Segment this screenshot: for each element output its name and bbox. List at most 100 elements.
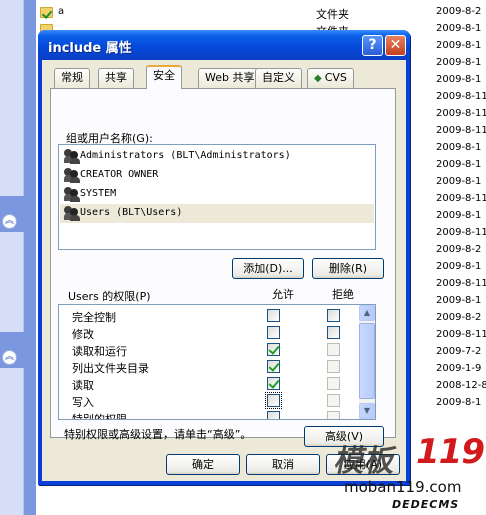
watermark-logo: 模板 119 moban119.com DEDECMS — [332, 430, 486, 515]
file-date: 2009-8-1 — [436, 176, 482, 187]
dialog-client: 常规 共享 安全 Web 共享 自定义 ◆ CVS 组或用户名称(G): Admi… — [42, 60, 406, 481]
allow-checkbox[interactable] — [267, 411, 280, 419]
permission-name: 完全控制 — [72, 311, 116, 324]
file-date: 2009-8-11 — [436, 278, 486, 289]
cancel-button[interactable]: 取消 — [246, 454, 320, 475]
tab-label: 共享 — [105, 71, 127, 84]
deny-checkbox[interactable] — [327, 411, 340, 419]
user-name: SYSTEM — [80, 188, 117, 199]
permissions-label: Users 的权限(P) — [68, 290, 151, 303]
file-date: 2009-8-11 — [436, 125, 486, 136]
file-date: 2009-8-11 — [436, 227, 486, 238]
file-date: 2009-8-1 — [436, 261, 482, 272]
collapse-chevron-icon[interactable]: ︽ — [2, 350, 17, 365]
task-panel — [0, 368, 24, 515]
file-date: 2009-8-1 — [436, 57, 482, 68]
tab-general[interactable]: 常规 — [54, 68, 90, 88]
permission-name: 读取和运行 — [72, 345, 127, 358]
deny-header: 拒绝 — [332, 288, 354, 301]
watermark-brand-cn: 模板 — [331, 444, 399, 479]
dialog-title: include 属性 — [48, 41, 132, 56]
ok-button[interactable]: 确定 — [166, 454, 240, 475]
close-button[interactable]: ✕ — [385, 35, 406, 56]
file-date: 2009-8-2 — [436, 244, 482, 255]
file-date: 2009-8-11 — [436, 193, 486, 204]
remove-button[interactable]: 删除(R) — [312, 258, 384, 279]
allow-checkbox[interactable] — [267, 309, 280, 322]
task-panel — [0, 232, 24, 332]
deny-checkbox[interactable] — [327, 377, 340, 390]
allow-checkbox[interactable] — [267, 326, 280, 339]
permission-name: 修改 — [72, 328, 94, 341]
file-date: 2009-8-1 — [436, 23, 482, 34]
permissions-list[interactable]: ▲ ▼ 完全控制修改读取和运行列出文件夹目录 读取写入 特别的权限 — [58, 304, 376, 420]
watermark-site: moban119.com — [344, 478, 462, 496]
scroll-up-icon[interactable]: ▲ — [359, 305, 375, 321]
allow-checkbox[interactable] — [267, 360, 280, 373]
deny-checkbox[interactable] — [327, 326, 340, 339]
permission-row: 列出文件夹目录 — [59, 358, 359, 375]
file-date: 2009-8-1 — [436, 397, 482, 408]
deny-checkbox[interactable] — [327, 360, 340, 373]
help-icon: ? — [368, 37, 377, 53]
help-button[interactable]: ? — [362, 35, 383, 56]
user-row-selected[interactable]: Users (BLT\Users) — [60, 204, 374, 223]
file-name: a — [58, 6, 65, 17]
permission-row: 读取和运行 — [59, 341, 359, 358]
file-date: 2009-8-11 — [436, 91, 486, 102]
tab-cvs[interactable]: ◆ CVS — [307, 68, 354, 88]
permission-name: 写入 — [72, 396, 94, 409]
permission-row: 修改 — [59, 324, 359, 341]
watermark-engine: DEDECMS — [392, 498, 460, 511]
deny-checkbox[interactable] — [327, 309, 340, 322]
permission-row: 写入 — [59, 392, 359, 409]
tab-sharing[interactable]: 共享 — [98, 68, 134, 88]
tab-security[interactable]: 安全 — [146, 65, 182, 89]
file-date: 2009-8-1 — [436, 74, 482, 85]
allow-checkbox[interactable] — [265, 392, 282, 409]
properties-dialog: include 属性 ? ✕ 常规 共享 安全 Web 共享 自定义 ◆ CVS … — [38, 30, 410, 485]
allow-checkbox[interactable] — [267, 377, 280, 390]
watermark-brand-number: 119 — [416, 432, 485, 472]
scroll-down-icon[interactable]: ▼ — [359, 403, 375, 419]
permission-name: 列出文件夹目录 — [72, 362, 149, 375]
permissions-scrollbar[interactable]: ▲ ▼ — [359, 305, 375, 419]
file-date: 2008-12-8 — [436, 380, 486, 391]
user-row[interactable]: CREATOR OWNER — [60, 166, 374, 185]
user-list[interactable]: Administrators (BLT\Administrators) CREA… — [58, 144, 376, 250]
user-row[interactable]: SYSTEM — [60, 185, 374, 204]
user-name: Administrators (BLT\Administrators) — [80, 150, 291, 161]
task-panel — [0, 0, 24, 196]
file-row[interactable]: a 文件夹 2009-8-2 — [36, 4, 486, 21]
explorer-task-pane: ︽ ︽ — [0, 0, 36, 515]
file-date: 2009-8-1 — [436, 40, 482, 51]
collapse-chevron-icon[interactable]: ︽ — [2, 214, 17, 229]
user-row[interactable]: Administrators (BLT\Administrators) — [60, 147, 374, 166]
title-bar[interactable]: include 属性 ? ✕ — [38, 30, 410, 60]
tab-label: 自定义 — [262, 71, 295, 84]
allow-checkbox[interactable] — [267, 343, 280, 356]
file-date: 2009-8-1 — [436, 295, 482, 306]
permission-row: 读取 — [59, 375, 359, 392]
user-name: CREATOR OWNER — [80, 169, 159, 180]
add-button[interactable]: 添加(D)... — [232, 258, 304, 279]
tab-label: 常规 — [61, 71, 83, 84]
file-date: 2009-1-9 — [436, 363, 482, 374]
file-date: 2009-7-2 — [436, 346, 482, 357]
file-type: 文件夹 — [316, 8, 349, 21]
deny-checkbox[interactable] — [327, 343, 340, 356]
file-date: 2009-8-2 — [436, 6, 482, 17]
deny-checkbox[interactable] — [327, 394, 340, 407]
file-date: 2009-8-1 — [436, 142, 482, 153]
folder-icon — [40, 7, 53, 18]
tab-label: 安全 — [153, 69, 175, 82]
scroll-thumb[interactable] — [359, 323, 375, 399]
allow-header: 允许 — [272, 288, 294, 301]
permission-name: 读取 — [72, 379, 94, 392]
tab-web-sharing[interactable]: Web 共享 — [198, 68, 262, 88]
file-date: 2009-8-2 — [436, 312, 482, 323]
tab-customize[interactable]: 自定义 — [255, 68, 302, 88]
advanced-hint: 特别权限或高级设置，请单击“高级”。 — [64, 428, 252, 441]
tab-label: Web 共享 — [205, 71, 255, 84]
permission-row: 特别的权限 — [59, 409, 359, 419]
